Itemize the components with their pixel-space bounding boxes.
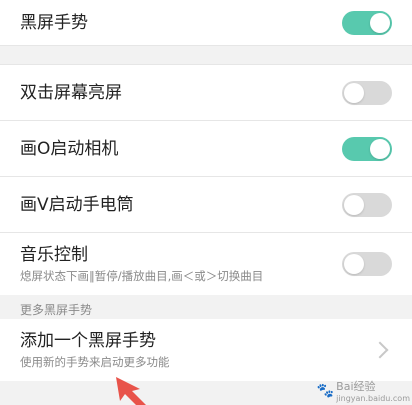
- toggle-knob: [344, 82, 364, 103]
- toggle-knob: [344, 194, 364, 215]
- top-card: 黑屏手势: [0, 0, 412, 45]
- double-tap-wake-toggle[interactable]: [342, 80, 392, 105]
- setting-label: 画V启动手电筒: [20, 194, 134, 215]
- section-gap: [0, 45, 412, 65]
- add-gesture-item[interactable]: 添加一个黑屏手势 使用新的手势来启动更多功能: [0, 319, 412, 381]
- paw-logo-icon: 🐾: [316, 382, 335, 399]
- toggle-knob: [344, 254, 364, 274]
- watermark-brand: Bai经验: [336, 380, 376, 393]
- setting-label: 双击屏幕亮屏: [20, 82, 122, 103]
- add-gesture-description: 使用新的手势来启动更多功能: [20, 355, 170, 369]
- setting-label: 音乐控制: [20, 245, 88, 265]
- setting-row-music-control[interactable]: 音乐控制 熄屏状态下画‖暂停/播放曲目,画＜或＞切换曲目: [0, 233, 412, 295]
- setting-row-black-screen-gesture[interactable]: 黑屏手势: [0, 0, 412, 45]
- gesture-settings-list: 双击屏幕亮屏 画O启动相机 画V启动手电筒 音乐控制 熄屏状态下画‖暂停/播放曲…: [0, 65, 412, 295]
- toggle-knob: [370, 138, 390, 159]
- music-control-toggle[interactable]: [342, 252, 392, 276]
- black-screen-gesture-toggle[interactable]: [342, 10, 392, 35]
- setting-row-draw-v-flashlight[interactable]: 画V启动手电筒: [0, 177, 412, 233]
- watermark-url: jingyan.baidu.com: [336, 394, 410, 403]
- setting-row-draw-o-camera[interactable]: 画O启动相机: [0, 121, 412, 177]
- add-gesture-label: 添加一个黑屏手势: [20, 331, 156, 351]
- toggle-knob: [370, 12, 390, 33]
- setting-label: 画O启动相机: [20, 138, 119, 159]
- draw-v-flashlight-toggle[interactable]: [342, 192, 392, 217]
- setting-description: 熄屏状态下画‖暂停/播放曲目,画＜或＞切换曲目: [20, 269, 264, 283]
- setting-row-double-tap-wake[interactable]: 双击屏幕亮屏: [0, 65, 412, 121]
- section-header-more-gestures: 更多黑屏手势: [0, 295, 412, 319]
- chevron-right-icon: [371, 341, 389, 359]
- more-gestures-list: 添加一个黑屏手势 使用新的手势来启动更多功能: [0, 319, 412, 381]
- setting-label: 黑屏手势: [20, 12, 88, 33]
- annotation-arrow-icon: [116, 377, 146, 405]
- watermark: 🐾 Bai经验 jingyan.baidu.com: [317, 378, 410, 403]
- draw-o-camera-toggle[interactable]: [342, 136, 392, 161]
